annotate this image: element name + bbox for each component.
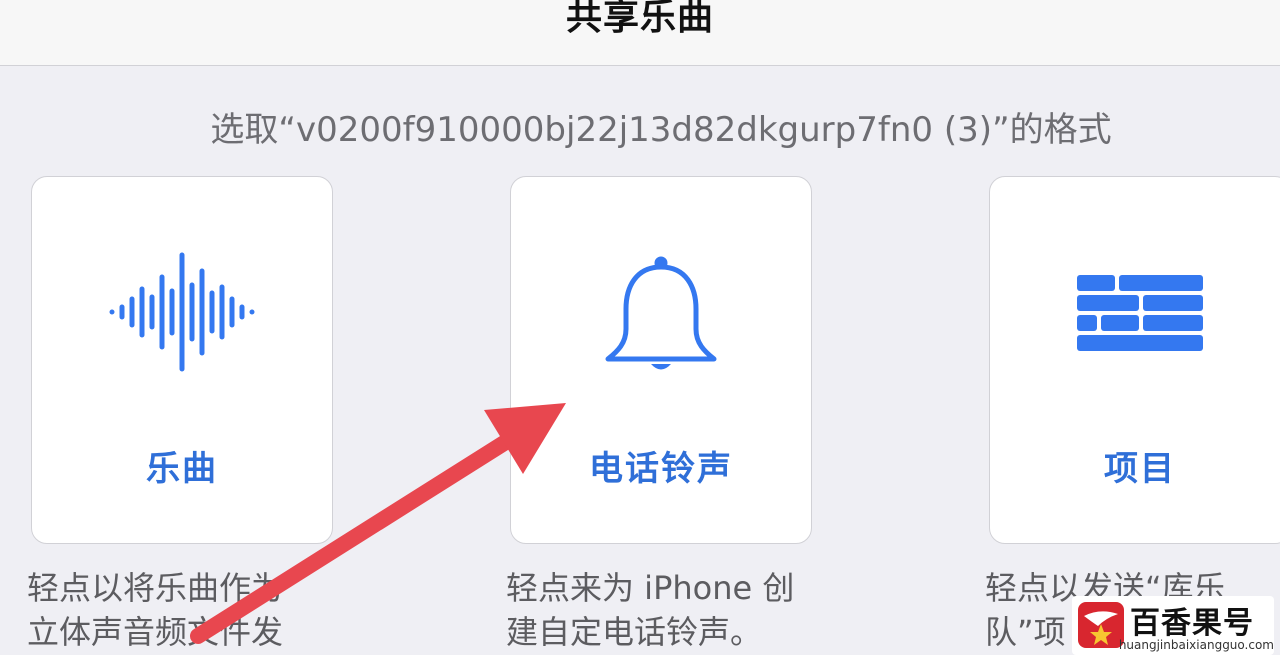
option-project-button[interactable]: 项目 — [989, 176, 1280, 544]
sheet-header: 共享乐曲 — [0, 0, 1280, 66]
watermark-url: huangjinbaixiangguo.com — [1118, 638, 1274, 652]
option-song-label: 乐曲 — [146, 449, 218, 489]
watermark: 百香果号 huangjinbaixiangguo.com — [1072, 596, 1274, 655]
option-ringtone-description-line1: 轻点来为 iPhone 创 — [506, 569, 795, 607]
waveform-icon — [32, 247, 332, 377]
option-ringtone-label: 电话铃声 — [589, 449, 733, 489]
watermark-name: 百香果号 — [1130, 606, 1254, 641]
option-song-description-line1: 轻点以将乐曲作为 — [27, 569, 284, 607]
option-song-description: 轻点以将乐曲作为 立体声音频文件发 — [27, 566, 327, 654]
sheet-title: 共享乐曲 — [565, 0, 714, 38]
option-song-button[interactable]: 乐曲 — [31, 176, 333, 544]
format-prompt: 选取“v0200f910000bj22j13d82dkgurp7fn0 (3)”… — [210, 110, 1112, 150]
option-project-label: 项目 — [1104, 449, 1176, 489]
option-ringtone-button[interactable]: 电话铃声 — [510, 176, 812, 544]
option-project-description-line2: 队”项 — [985, 613, 1066, 651]
bell-icon — [511, 247, 811, 377]
option-ringtone-description: 轻点来为 iPhone 创 建自定电话铃声。 — [506, 566, 826, 654]
bricks-icon — [990, 247, 1280, 377]
option-ringtone-description-line2: 建自定电话铃声。 — [506, 613, 763, 651]
option-song-description-line2: 立体声音频文件发 — [27, 613, 284, 651]
share-song-sheet: 共享乐曲 选取“v0200f910000bj22j13d82dkgurp7fn0… — [0, 0, 1280, 655]
